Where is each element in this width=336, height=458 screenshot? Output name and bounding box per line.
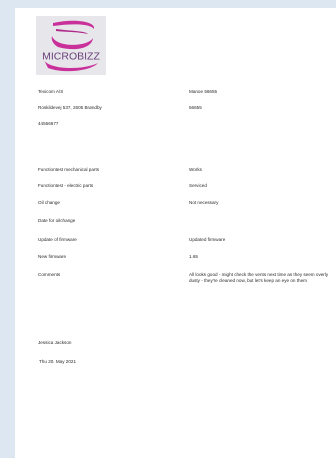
machine-model: Manoe 56655 xyxy=(189,89,218,94)
logo-swoosh-top xyxy=(53,20,95,29)
check-value-mechanical: Works xyxy=(189,167,202,172)
company-name: Texicom A/S xyxy=(38,89,64,94)
check-value-firmware-update: Updated firmware xyxy=(189,237,226,242)
logo-graphic: MICROBIZZ xyxy=(42,20,100,72)
check-label-oilchange-date: Date for oilchange xyxy=(38,218,76,223)
logo-text: MICROBIZZ xyxy=(42,51,100,63)
check-value-comments: All looks good - might check the vents n… xyxy=(189,272,329,283)
signature-date: Thu 20. May 2021 xyxy=(39,359,77,364)
document-page: MICROBIZZ Texicom A/S Roskildevej 537, 2… xyxy=(15,8,336,458)
check-label-oil-change: Oil change xyxy=(38,200,60,205)
microbizz-logo: MICROBIZZ xyxy=(36,16,106,75)
check-value-electric: Serviced xyxy=(189,183,207,188)
company-phone: 44556677 xyxy=(38,121,59,126)
check-label-electric: Functiontest - electric parts xyxy=(38,183,94,188)
logo-swoosh-bottom xyxy=(51,36,93,50)
check-label-comments: Comments xyxy=(38,272,61,277)
company-address: Roskildevej 537, 2605 Brøndby xyxy=(38,105,102,110)
check-value-oil-change: Not necessary xyxy=(189,200,219,205)
machine-number: 56655 xyxy=(189,105,202,110)
check-label-new-firmware: New firmware xyxy=(38,254,67,259)
signature-name: Jessica Jackson xyxy=(38,340,72,345)
logo-swoosh-mid xyxy=(56,29,88,34)
check-label-mechanical: Functiontest mechanical parts xyxy=(38,167,100,172)
check-label-firmware-update: Update of firmware xyxy=(38,237,77,242)
check-value-new-firmware: 1.65 xyxy=(189,254,198,259)
